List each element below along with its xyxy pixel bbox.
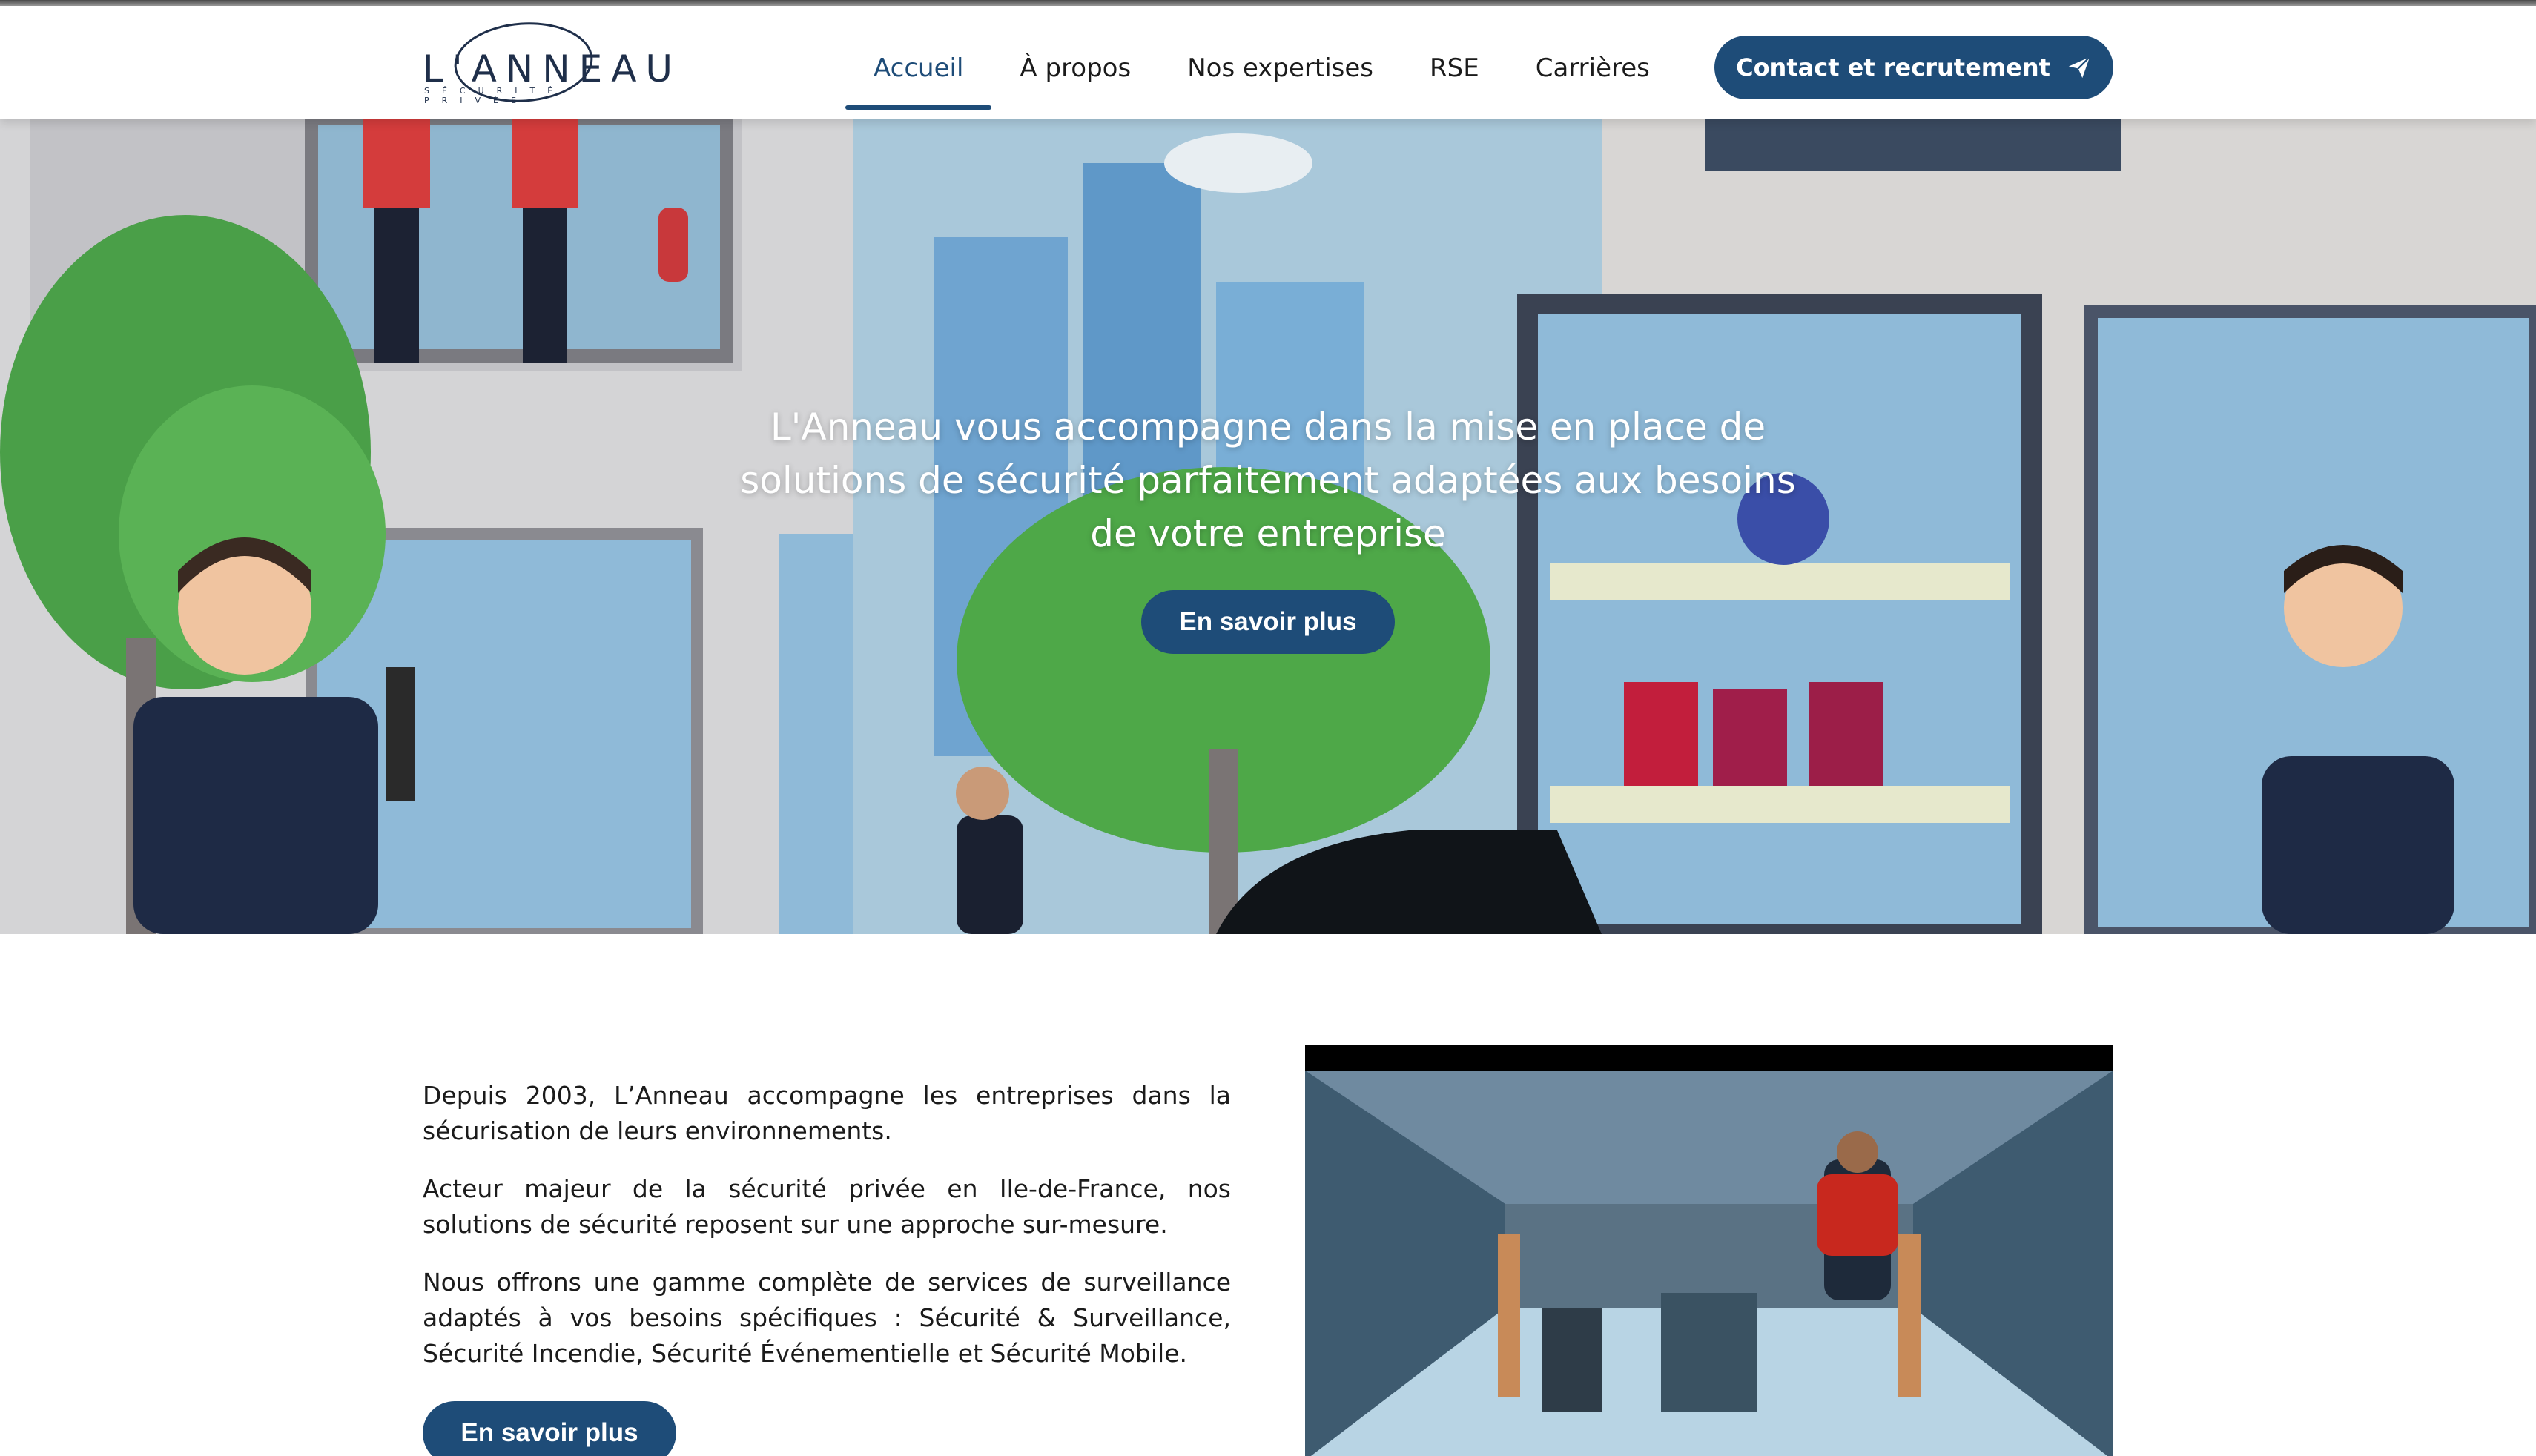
nav-item-a-propos[interactable]: À propos <box>991 24 1159 113</box>
hero-headline: L'Anneau vous accompagne dans la mise en… <box>712 400 1824 560</box>
contact-recruitment-button[interactable]: Contact et recrutement <box>1714 36 2113 99</box>
hero-line-1: L'Anneau vous accompagne dans la mise en… <box>770 406 1766 449</box>
intro-learn-more-button[interactable]: En savoir plus <box>423 1401 676 1456</box>
intro-section: Depuis 2003, L’Anneau accompagne les ent… <box>423 1078 1231 1394</box>
video-frame-image <box>1305 1071 2113 1456</box>
site-header: L'ANNEAU SÉCURITÉ PRIVÉE Accueil À propo… <box>0 6 2536 119</box>
logo-wordmark: L'ANNEAU <box>423 47 682 90</box>
nav-item-carrieres[interactable]: Carrières <box>1508 24 1678 113</box>
hero-banner: L'Anneau vous accompagne dans la mise en… <box>0 119 2536 934</box>
intro-paragraph-3: Nous offrons une gamme complète de servi… <box>423 1268 1231 1368</box>
window-top-bar <box>0 0 2536 6</box>
logo-subtitle: SÉCURITÉ PRIVÉE <box>424 86 566 105</box>
hero-learn-more-button[interactable]: En savoir plus <box>1141 590 1395 654</box>
contact-recruitment-label: Contact et recrutement <box>1736 53 2050 82</box>
nav-item-rse[interactable]: RSE <box>1401 24 1508 113</box>
nav-item-accueil[interactable]: Accueil <box>845 24 992 113</box>
intro-paragraph-2: Acteur majeur de la sécurité privée en I… <box>423 1174 1231 1239</box>
site-logo[interactable]: L'ANNEAU SÉCURITÉ PRIVÉE <box>420 16 673 113</box>
intro-video[interactable] <box>1305 1045 2113 1456</box>
intro-paragraph-1: Depuis 2003, L’Anneau accompagne les ent… <box>423 1081 1231 1145</box>
nav-item-nos-expertises[interactable]: Nos expertises <box>1159 24 1401 113</box>
paper-plane-icon <box>2068 56 2090 79</box>
hero-line-3: de votre entreprise <box>1090 512 1446 555</box>
hero-line-2: solutions de sécurité parfaitement adapt… <box>740 459 1796 502</box>
main-nav: Accueil À propos Nos expertises RSE Carr… <box>845 12 1678 125</box>
